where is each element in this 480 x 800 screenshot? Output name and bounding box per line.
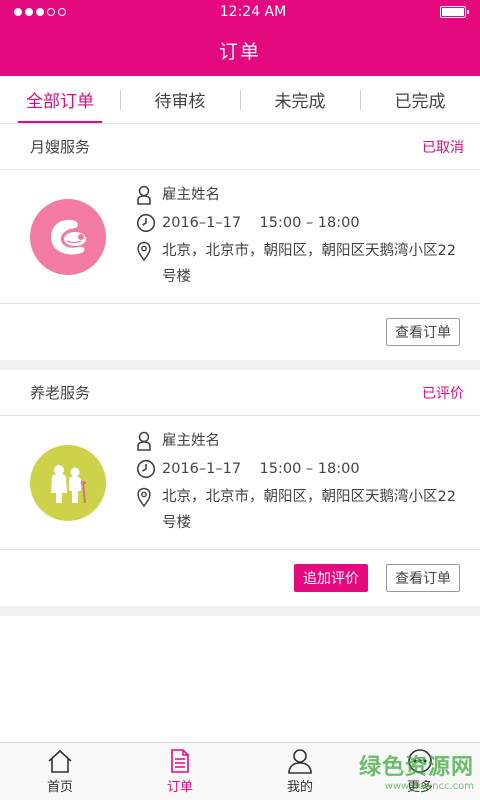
elderly-couple-icon: [30, 444, 106, 521]
tab-all-orders[interactable]: 全部订单: [0, 76, 120, 123]
location-icon: [136, 484, 162, 510]
order-status: 已取消: [422, 139, 464, 156]
mother-baby-icon: [30, 198, 106, 275]
tab-completed[interactable]: 已完成: [360, 76, 480, 123]
service-time: 2016–1–17 15:00 – 18:00: [162, 461, 360, 477]
service-name: 养老服务: [30, 384, 91, 402]
service-name: 月嫂服务: [30, 138, 91, 156]
service-time: 2016–1–17 15:00 – 18:00: [162, 215, 360, 231]
user-icon: [288, 749, 312, 774]
status-time: 12:24 AM: [219, 4, 287, 20]
nav-mine[interactable]: 我的: [240, 743, 360, 800]
order-card-header: 月嫂服务 已取消: [0, 124, 480, 170]
service-address: 北京，北京市，朝阳区，朝阳区天鹅湾小区22 号楼: [162, 489, 456, 531]
order-tabs: 全部订单 待审核 未完成 已完成: [0, 76, 480, 124]
order-status: 已评价: [422, 385, 464, 402]
tab-incomplete[interactable]: 未完成: [240, 76, 360, 123]
order-icon: [171, 749, 189, 773]
nav-mine-label: 我的: [286, 780, 313, 795]
order-card: 月嫂服务 已取消 雇主姓名 2016–1–17 15:00 – 18:00 北京…: [0, 124, 480, 360]
card-separator: [0, 360, 480, 370]
more-icon: [408, 749, 432, 773]
page-title: 订单: [0, 24, 480, 76]
bottom-nav: 首页 订单 我的 更多: [0, 742, 480, 800]
nav-home-label: 首页: [46, 780, 73, 795]
nav-orders-label: 订单: [166, 780, 193, 795]
order-card-footer: 追加评价 查看订单: [0, 550, 480, 606]
home-icon: [48, 749, 72, 773]
employer-name: 雇主姓名: [162, 433, 220, 449]
nav-home[interactable]: 首页: [0, 743, 120, 800]
view-order-button[interactable]: 查看订单: [386, 564, 460, 592]
nav-more-label: 更多: [406, 780, 433, 795]
status-bar: 12:24 AM: [0, 0, 480, 24]
person-icon: [136, 428, 162, 454]
battery-icon: [439, 6, 469, 18]
view-order-button[interactable]: 查看订单: [386, 318, 460, 346]
order-card-footer: 查看订单: [0, 304, 480, 360]
order-card-body[interactable]: 雇主姓名 2016–1–17 15:00 – 18:00 北京，北京市，朝阳区，…: [0, 416, 480, 550]
signal-icon: [14, 8, 66, 16]
service-address: 北京，北京市，朝阳区，朝阳区天鹅湾小区22 号楼: [162, 243, 456, 285]
clock-icon: [136, 210, 162, 236]
person-icon: [136, 182, 162, 208]
tab-pending-review[interactable]: 待审核: [120, 76, 240, 123]
employer-name: 雇主姓名: [162, 187, 220, 203]
location-icon: [136, 238, 162, 264]
clock-icon: [136, 456, 162, 482]
card-separator: [0, 606, 480, 616]
order-card: 养老服务 已评价 雇主姓名 2016–1–17 15:00 – 18:00 北京…: [0, 370, 480, 606]
nav-more[interactable]: 更多: [360, 743, 480, 800]
nav-orders[interactable]: 订单: [120, 743, 240, 800]
order-card-body[interactable]: 雇主姓名 2016–1–17 15:00 – 18:00 北京，北京市，朝阳区，…: [0, 170, 480, 304]
order-card-header: 养老服务 已评价: [0, 370, 480, 416]
add-review-button[interactable]: 追加评价: [294, 564, 368, 592]
